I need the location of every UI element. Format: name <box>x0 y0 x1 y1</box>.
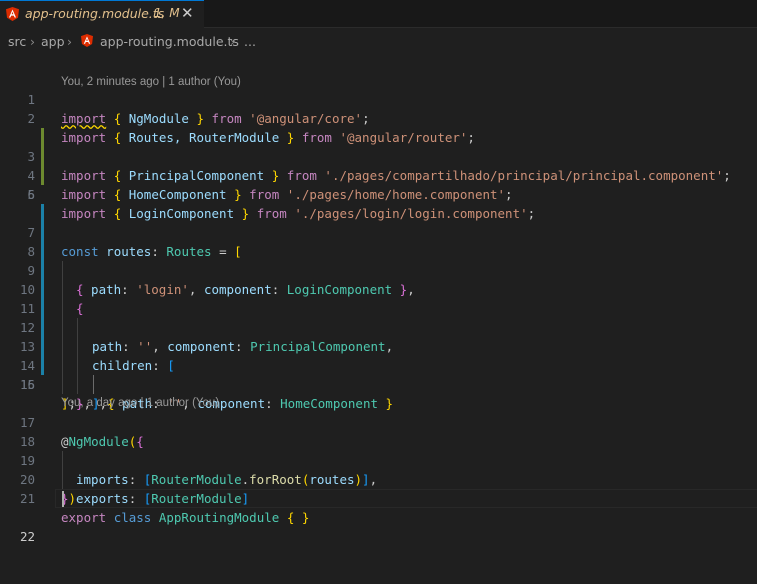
code-line: 16 <box>0 356 757 392</box>
code-line: 9 { <box>0 223 757 316</box>
code-line: 8 { path: 'login', component: LoginCompo… <box>0 204 757 297</box>
code-line: 2 import { Routes, RouterModule } from '… <box>0 90 757 145</box>
code-line: 14 }, <box>0 318 757 411</box>
close-icon[interactable]: ✕ <box>181 4 194 22</box>
codelens-row: You, a day ago | 1 author (You) <box>0 375 757 409</box>
breadcrumb-app[interactable]: app <box>41 34 65 49</box>
breadcrumb-file[interactable]: app-routing.module.ts <box>100 34 239 49</box>
code-line: 21 export class AppRoutingModule { } <box>0 470 757 525</box>
text-cursor <box>62 491 64 507</box>
tab-status-badge: 1, M <box>154 6 180 20</box>
breadcrumb-src[interactable]: src <box>8 34 26 49</box>
breadcrumb-more[interactable]: ... <box>244 34 256 49</box>
code-line: 13 ], <box>0 299 757 411</box>
code-line: 7 const routes: Routes = [ <box>0 185 757 259</box>
code-line: 5 import { LoginComponent } from './page… <box>0 147 757 221</box>
code-line: 11 children: [ <box>0 261 757 373</box>
chevron-right-icon: › <box>230 34 235 49</box>
code-line: 12 { path: '', component: HomeComponent … <box>0 280 757 411</box>
code-line: 4 import { HomeComponent } from './pages… <box>0 128 757 202</box>
code-line: 10 path: '', component: PrincipalCompone… <box>0 242 757 354</box>
code-line: 17 @NgModule({ <box>0 394 757 449</box>
angular-icon <box>81 34 93 47</box>
code-line: 20 }) <box>0 451 757 506</box>
code-line: 15 ]; <box>0 337 757 411</box>
chevron-right-icon: › <box>30 34 35 49</box>
code-line: 18 imports: [RouterModule.forRoot(routes… <box>0 413 757 487</box>
breadcrumb: src › app › app-routing.module.ts › ... <box>0 28 757 54</box>
code-text: export class AppRoutingModule { } <box>61 510 310 525</box>
code-line-current: 22 <box>0 489 757 544</box>
line-number: 22 <box>19 529 35 544</box>
current-line-highlight <box>55 489 757 508</box>
code-line: 19 exports: [RouterModule] <box>0 432 757 506</box>
code-line: 3 import { PrincipalComponent } from './… <box>0 109 757 183</box>
code-editor[interactable]: You, 2 minutes ago | 1 author (You) 1 im… <box>0 54 757 544</box>
code-line: 6 <box>0 166 757 202</box>
editor-tab[interactable]: app-routing.module.ts 1, M ✕ <box>0 0 204 28</box>
code-line: 1 import { NgModule } from '@angular/cor… <box>0 71 757 126</box>
chevron-right-icon: › <box>67 34 72 49</box>
tab-bar: app-routing.module.ts 1, M ✕ <box>0 0 757 28</box>
tab-title: app-routing.module.ts <box>25 6 165 21</box>
angular-icon <box>6 7 19 21</box>
